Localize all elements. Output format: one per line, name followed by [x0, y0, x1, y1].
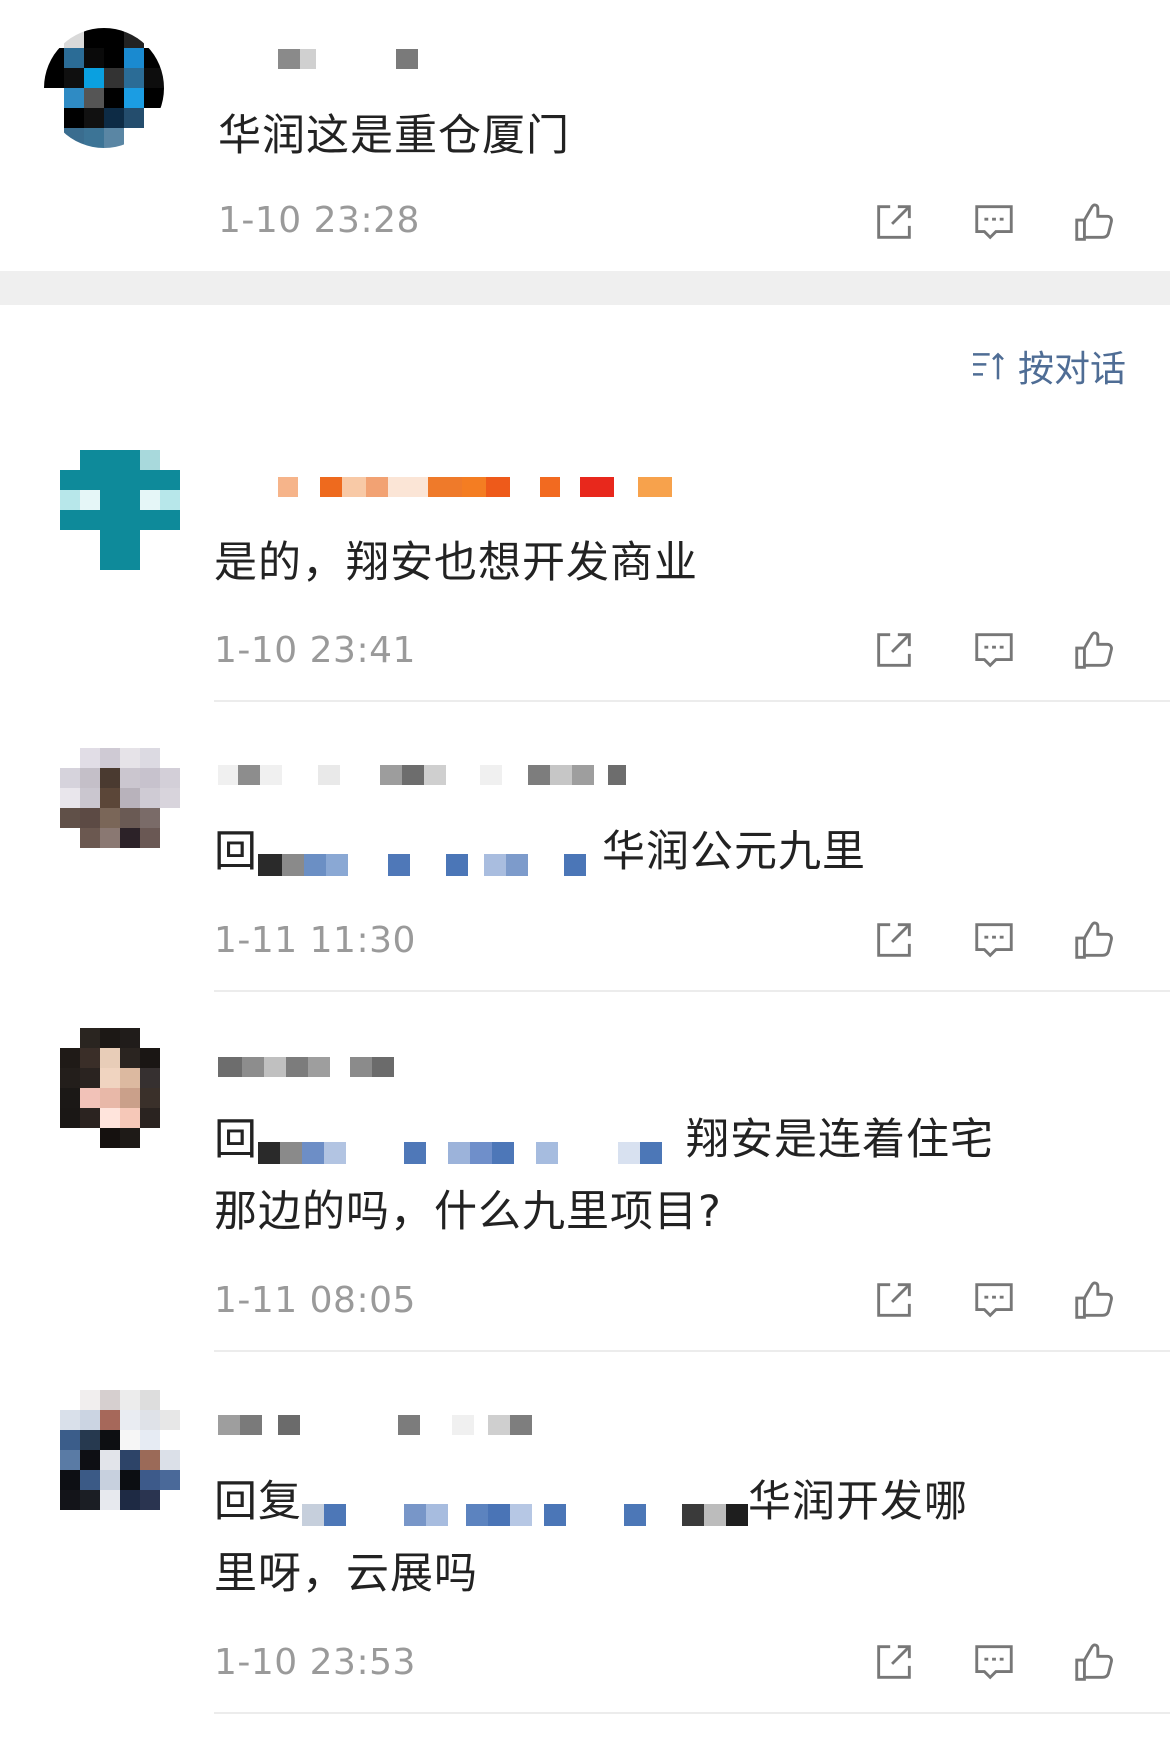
mention-redacted[interactable] [258, 835, 602, 876]
comment-time: 1-11 11:30 [214, 920, 416, 961]
section-separator [0, 271, 1170, 305]
avatar[interactable] [60, 450, 180, 570]
comment-icon[interactable] [968, 196, 1020, 248]
comment-divider [214, 1712, 1170, 1714]
reply-suffix: 华润公元九里 [602, 827, 866, 877]
username-redacted[interactable] [218, 1408, 532, 1442]
thumbs-up-icon[interactable] [1068, 914, 1120, 966]
share-icon[interactable] [868, 196, 920, 248]
comment-divider [214, 700, 1170, 702]
avatar[interactable] [60, 748, 180, 868]
comment-actions [868, 1274, 1120, 1326]
share-icon[interactable] [868, 624, 920, 676]
mention-redacted[interactable] [258, 1123, 686, 1164]
share-icon[interactable] [868, 1636, 920, 1688]
share-icon[interactable] [868, 1274, 920, 1326]
reply-text: 回 华润公元九里 [214, 824, 866, 880]
comment-divider [214, 1350, 1170, 1352]
thumbs-up-icon[interactable] [1068, 196, 1120, 248]
comment-icon[interactable] [968, 624, 1020, 676]
comment-actions [868, 624, 1120, 676]
username-redacted[interactable] [218, 1050, 394, 1084]
thumbs-up-icon[interactable] [1068, 1274, 1120, 1326]
comment-text: 华润这是重仓厦门 [218, 111, 570, 161]
comment-feed: 华润这是重仓厦门 1-10 23:28 按对话 是的，翔安也想开发商业 1-10… [0, 0, 1170, 1744]
top-comment: 华润这是重仓厦门 1-10 23:28 [0, 0, 1170, 271]
comment-icon[interactable] [968, 914, 1020, 966]
comment-text: 是的，翔安也想开发商业 [214, 538, 698, 588]
comment-time: 1-11 08:05 [214, 1280, 416, 1321]
sort-icon [972, 352, 1004, 380]
avatar[interactable] [60, 1390, 180, 1510]
share-icon[interactable] [868, 914, 920, 966]
sort-by-conversation-toggle[interactable]: 按对话 [968, 340, 1126, 392]
reply-prefix: 回 [214, 1115, 258, 1165]
avatar[interactable] [44, 28, 164, 148]
reply-line2: 那边的吗，什么九里项目? [214, 1187, 722, 1237]
thumbs-up-icon[interactable] [1068, 1636, 1120, 1688]
comment-actions [868, 1636, 1120, 1688]
username-redacted[interactable] [278, 470, 672, 504]
reply-prefix: 回复 [214, 1477, 302, 1527]
comment-time: 1-10 23:53 [214, 1642, 416, 1683]
username-redacted[interactable] [218, 758, 626, 792]
thumbs-up-icon[interactable] [1068, 624, 1120, 676]
username-redacted[interactable] [278, 42, 418, 76]
reply-suffix: 华润开发哪 [748, 1477, 968, 1527]
comment-actions [868, 196, 1120, 248]
comment-icon[interactable] [968, 1636, 1020, 1688]
avatar[interactable] [60, 1028, 180, 1148]
sort-label: 按对话 [1017, 349, 1126, 390]
comment-divider [214, 990, 1170, 992]
reply-text: 回复 华润开发哪 里呀，云展吗 [214, 1474, 1134, 1602]
mention-redacted[interactable] [302, 1485, 748, 1526]
comment-actions [868, 914, 1120, 966]
reply-line2: 里呀，云展吗 [214, 1549, 478, 1599]
comment-icon[interactable] [968, 1274, 1020, 1326]
comment-time: 1-10 23:41 [214, 630, 416, 671]
reply-text: 回 翔安是连着住宅 那边的吗，什么九里项目? [214, 1112, 1134, 1240]
reply-suffix: 翔安是连着住宅 [686, 1115, 994, 1165]
comment-time: 1-10 23:28 [218, 200, 420, 241]
reply-prefix: 回 [214, 827, 258, 877]
